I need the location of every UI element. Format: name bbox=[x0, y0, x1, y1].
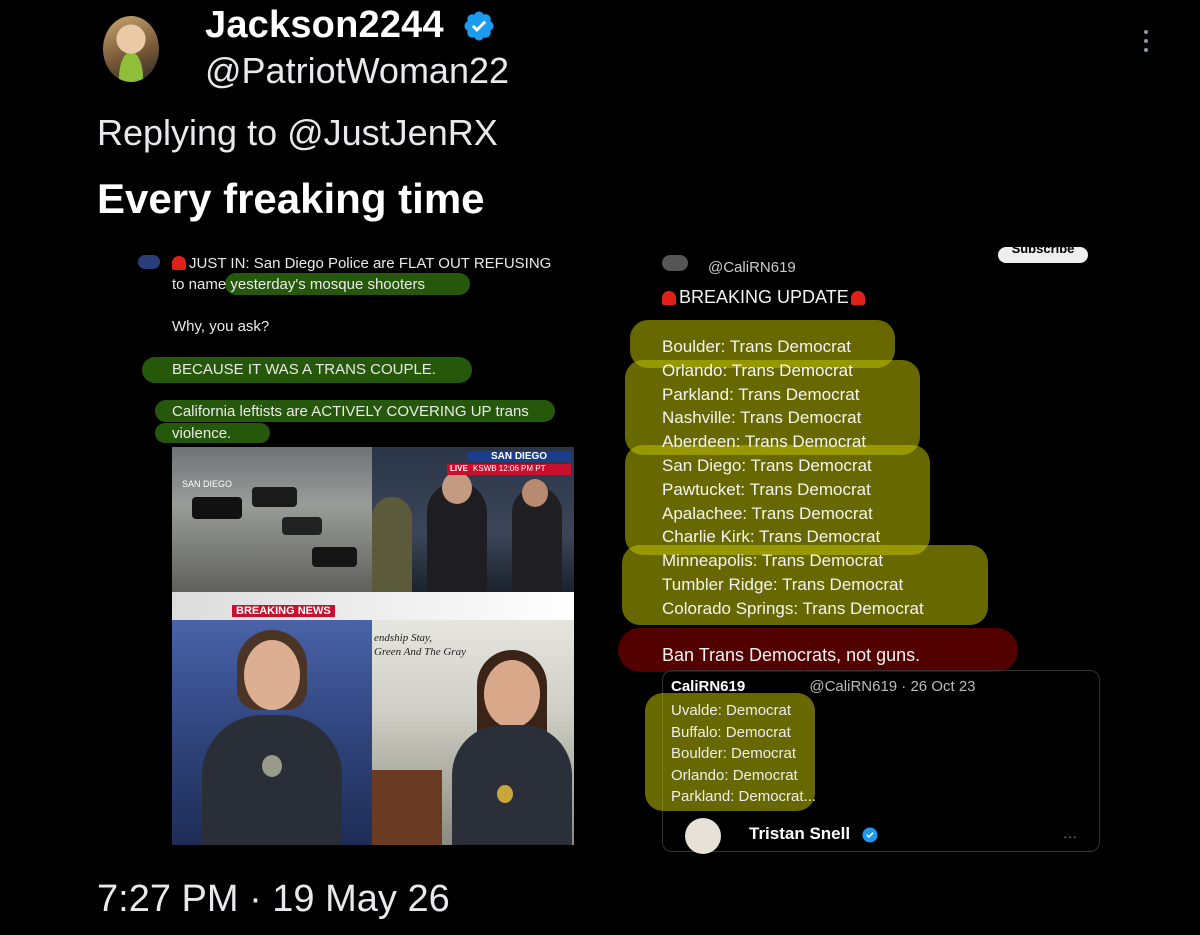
post-text: Every freaking time bbox=[97, 175, 485, 222]
list-item: Nashville: Trans Democrat bbox=[662, 408, 862, 428]
list-item: Pawtucket: Trans Democrat bbox=[662, 479, 871, 499]
timestamp[interactable]: 7:27 PM · 19 May 26 bbox=[97, 878, 450, 921]
list-item: Charlie Kirk: Trans Democrat bbox=[662, 527, 881, 547]
subscribe-label: Subscribe bbox=[1011, 247, 1075, 256]
athlete-photo-right: endship Stay, Green And The Gray bbox=[372, 620, 574, 845]
quoted-list-item: Buffalo: Democrat bbox=[671, 723, 791, 741]
breaking-news-label: BREAKING NEWS bbox=[232, 605, 335, 617]
avatar[interactable] bbox=[103, 16, 159, 82]
left-because: BECAUSE IT WAS A TRANS COUPLE. bbox=[172, 361, 436, 378]
left-line-2: to name yesterday's mosque shooters bbox=[172, 276, 425, 293]
news-station: KSWB 12:06 PM PT bbox=[473, 464, 546, 473]
list-item: Minneapolis: Trans Democrat bbox=[662, 551, 884, 571]
news-location: SAN DIEGO bbox=[467, 451, 571, 462]
left-cal-1: California leftists are ACTIVELY COVERIN… bbox=[172, 403, 529, 420]
breaking-update: BREAKING UPDATE bbox=[662, 287, 868, 308]
quoted-list-item: Uvalde: Democrat bbox=[671, 702, 792, 719]
left-avatar-icon bbox=[138, 255, 160, 269]
left-cal-2: violence. bbox=[172, 425, 232, 442]
handle[interactable]: @PatriotWoman22 bbox=[205, 50, 509, 92]
quoted-list-item: Parkland: Democrat... bbox=[671, 788, 817, 805]
breaking-news-bar: BREAKING NEWS bbox=[172, 592, 574, 620]
ban-line: Ban Trans Democrats, not guns. bbox=[662, 645, 921, 665]
quoted-list: Uvalde: Democrat Buffalo: Democrat Boulder… bbox=[671, 700, 816, 808]
list-item: San Diego: Trans Democrat bbox=[662, 455, 872, 475]
quoted-name: CaliRN619 bbox=[671, 678, 746, 695]
left-line-1: JUST IN: San Diego Police are FLAT OUT R… bbox=[172, 255, 551, 272]
quoted-handle-date: @CaliRN619 · 26 Oct 23 bbox=[809, 678, 976, 695]
attached-image[interactable]: JUST IN: San Diego Police are FLAT OUT R… bbox=[130, 245, 1130, 854]
list-item: Boulder: Trans Democrat bbox=[662, 337, 851, 356]
athlete-photo-left bbox=[172, 620, 372, 845]
subscribe-button: Subscribe bbox=[998, 247, 1088, 263]
siren-icon bbox=[850, 291, 865, 305]
news-photo-collage: SAN DIEGO SAN DIEGO LIVE KSWB 12:06 PM P… bbox=[172, 447, 574, 845]
quoted-author: CaliRN619 @CaliRN619 · 26 Oct 23 bbox=[671, 678, 976, 695]
right-avatar-icon bbox=[662, 255, 688, 271]
quoted-list-item: Boulder: Democrat bbox=[671, 745, 797, 762]
verified-badge-icon bbox=[862, 827, 878, 843]
nested-more-icon: ··· bbox=[1063, 828, 1077, 844]
siren-icon bbox=[662, 291, 676, 305]
list-item: Parkland: Trans Democrat bbox=[662, 384, 860, 404]
list-item: Colorado Springs: Trans Democrat bbox=[662, 598, 924, 618]
news-live: LIVE bbox=[450, 464, 468, 473]
banner-text-1: endship Stay, bbox=[374, 632, 433, 644]
display-name[interactable]: Jackson2244 bbox=[205, 4, 444, 47]
list-item: Aberdeen: Trans Democrat bbox=[662, 432, 867, 452]
shooting-list: Boulder: Trans Democrat Orlando: Trans De… bbox=[662, 335, 924, 621]
left-why: Why, you ask? bbox=[172, 318, 270, 335]
news-location-small: SAN DIEGO bbox=[182, 479, 233, 489]
list-item: Apalachee: Trans Democrat bbox=[662, 503, 873, 523]
more-options-icon[interactable] bbox=[1138, 30, 1154, 54]
quoted-list-item: Orlando: Democrat bbox=[671, 766, 798, 784]
replying-to[interactable]: Replying to @JustJenRX bbox=[97, 112, 498, 154]
press-conference-photo: SAN DIEGO LIVE KSWB 12:06 PM PT bbox=[372, 447, 574, 592]
verified-badge-icon bbox=[464, 11, 494, 41]
siren-icon bbox=[172, 256, 186, 270]
banner-text-2: Green And The Gray bbox=[374, 646, 466, 658]
aerial-photo: SAN DIEGO bbox=[172, 447, 372, 592]
nested-name: Tristan Snell bbox=[749, 824, 851, 843]
right-handle: @CaliRN619 bbox=[708, 259, 796, 276]
quoted-post: CaliRN619 @CaliRN619 · 26 Oct 23 Uvalde:… bbox=[645, 670, 1100, 854]
news-live-bar: LIVE KSWB 12:06 PM PT bbox=[447, 464, 571, 475]
list-item: Tumbler Ridge: Trans Democrat bbox=[662, 574, 904, 594]
nested-avatar bbox=[685, 818, 721, 854]
list-item: Orlando: Trans Democrat bbox=[662, 360, 853, 380]
